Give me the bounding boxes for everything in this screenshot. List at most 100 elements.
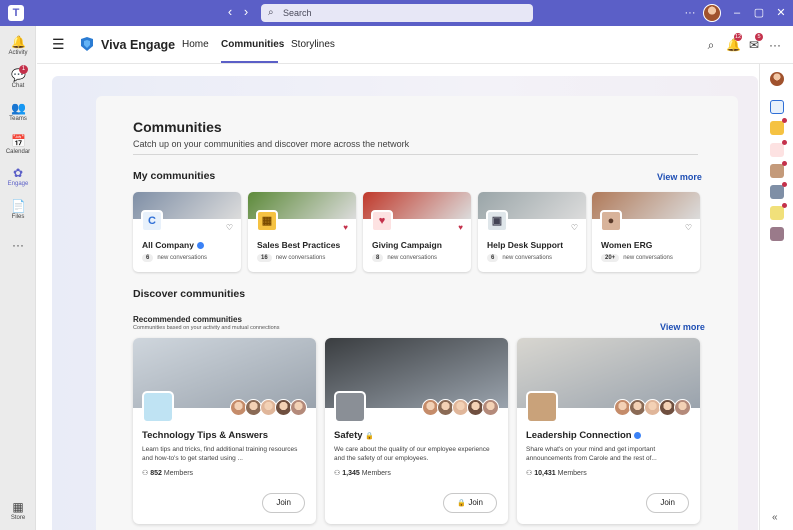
minimize-button[interactable]: – [729,4,745,22]
favorite-heart-icon[interactable]: ♥ [458,223,463,232]
community-name: Women ERG [601,240,653,250]
engage-icon: ✿ [12,166,24,180]
community-shortcut-women-erg[interactable] [770,161,787,178]
community-card[interactable]: ● ♡ Women ERG 20+ new conversations [592,192,700,272]
members-icon: ⚇ [334,470,341,477]
member-count: ⚇ 852 Members [142,469,193,477]
avatar[interactable] [703,4,721,22]
unread-dot [782,182,787,187]
rail-label: Activity [8,50,28,56]
rail-item-teams[interactable]: 👥 Teams [0,101,36,122]
community-name[interactable]: Leadership Connection [526,430,642,441]
join-label: Join [468,498,483,507]
inbox-button[interactable]: ✉ 5 [747,33,763,52]
unread-dot [782,118,787,123]
community-card[interactable]: ▦ ♥ Sales Best Practices 16 new conversation… [248,192,356,272]
community-card[interactable]: ▣ ♡ Help Desk Support 6 new conversations [478,192,586,272]
rail-label: Teams [9,116,27,122]
active-tab-indicator [221,61,278,63]
rail-item-calendar[interactable]: 📅 Calendar [0,134,36,155]
rail-label: Calendar [5,149,31,155]
join-button[interactable]: 🔒 Join [443,493,497,513]
discover-card[interactable]: Technology Tips & Answers Learn tips and … [133,338,316,524]
community-shortcut-all-company[interactable] [770,100,784,114]
conversation-label: new conversations [623,255,673,261]
members-icon: ⚇ [142,470,149,477]
community-description: Share what's on your mind and get import… [526,446,657,462]
conversation-count: 8 [372,254,384,262]
member-avatar [482,399,499,416]
communities-panel: Communities Catch up on your communities… [96,96,738,530]
back-icon[interactable]: ‹ [222,4,238,19]
nav-home[interactable]: Home [182,39,209,50]
conversation-label: new conversations [387,255,438,261]
rail-item-engage[interactable]: ✿ Engage [0,166,36,187]
rail-item-store[interactable]: ▦ Store [0,500,36,521]
search-input[interactable]: ⌕ Search [261,4,533,22]
community-description: Learn tips and tricks, find additional t… [142,446,298,462]
community-shortcut-helpdesk[interactable] [770,182,787,199]
community-name: Sales Best Practices [257,240,341,250]
community-card[interactable]: C ♡ All Company 6 new conversations [133,192,241,272]
app-rail: 🔔 Activity 💬 1 Chat 👥 Teams 📅 Calendar ✿… [0,26,36,530]
favorite-heart-icon[interactable]: ♥ [343,223,348,232]
more-options-icon[interactable]: ··· [682,4,698,22]
more-options-icon[interactable]: ··· [768,38,782,52]
community-logo: ▦ [256,210,278,232]
discover-card[interactable]: Safety 🔒 We care about the quality of our… [325,338,508,524]
join-button[interactable]: Join [262,493,305,513]
community-logo: ● [600,210,622,232]
community-name: All Company [142,240,204,250]
join-button[interactable]: Join [646,493,689,513]
community-name[interactable]: Safety 🔒 [334,430,374,441]
menu-icon[interactable]: ☰ [52,37,65,51]
nav-storylines[interactable]: Storylines [291,39,335,50]
new-conversations: 16 new conversations [257,254,325,262]
member-avatar [290,399,307,416]
search-icon[interactable]: ⌕ [704,38,718,53]
join-label: Join [660,498,675,507]
conversation-count: 6 [487,254,499,262]
rail-item-chat[interactable]: 💬 1 Chat [0,65,36,89]
community-shortcut-giving[interactable] [770,140,787,157]
community-logo [334,391,366,423]
nav-communities[interactable]: Communities [221,39,284,50]
community-name[interactable]: Technology Tips & Answers [142,430,268,441]
conversation-label: new conversations [157,255,208,261]
new-conversations: 8 new conversations [372,254,437,262]
community-logo: C [141,210,163,232]
community-shortcut-5[interactable] [770,203,787,220]
close-button[interactable]: ✕ [773,4,789,22]
recommended-subtitle: Communities based on your activity and m… [133,325,280,331]
recommended-heading: Recommended communities [133,315,242,324]
lock-icon: 🔒 [457,500,467,507]
community-logo [526,391,558,423]
notifications-button[interactable]: 🔔 12 [726,33,743,52]
favorite-heart-icon[interactable]: ♡ [571,223,578,232]
discover-card[interactable]: Leadership Connection Share what's on yo… [517,338,700,524]
rail-label: Chat [11,83,25,89]
rail-label: Files [11,214,25,220]
community-card[interactable]: ♥ ♥ Giving Campaign 8 new conversations [363,192,471,272]
teams-icon: 👥 [11,101,26,115]
favorite-heart-icon[interactable]: ♡ [685,223,692,232]
member-avatars [614,399,691,417]
my-communities-heading: My communities [133,170,216,182]
forward-icon[interactable]: › [238,4,254,19]
community-name: Giving Campaign [372,240,442,250]
unread-dot [782,140,787,145]
rail-item-activity[interactable]: 🔔 Activity [0,35,36,56]
view-more-link[interactable]: View more [657,172,702,182]
community-shortcut-6[interactable] [770,227,784,241]
page-title: Communities [133,119,222,135]
avatar[interactable] [770,72,784,86]
community-shortcut-sales[interactable] [770,118,787,135]
collapse-icon[interactable]: « [772,512,778,523]
chat-badge: 1 [19,65,28,74]
rail-item-more[interactable]: ··· [0,238,36,252]
view-more-link-recommended[interactable]: View more [660,322,705,332]
favorite-heart-icon[interactable]: ♡ [226,223,233,232]
viva-engage-logo-icon [81,37,93,51]
maximize-button[interactable]: ▢ [751,4,767,22]
rail-item-files[interactable]: 📄 Files [0,199,36,220]
